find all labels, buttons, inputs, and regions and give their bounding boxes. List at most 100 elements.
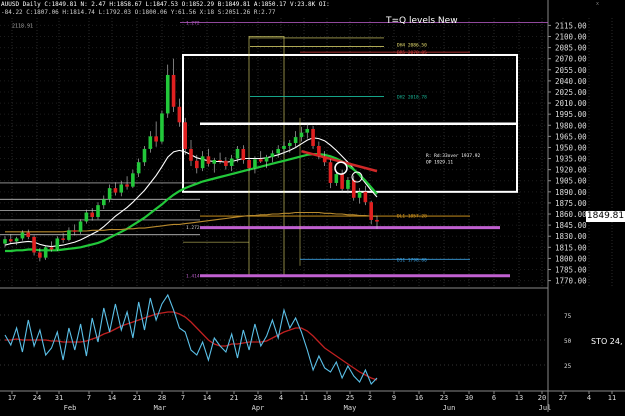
y-tick-label: 1905.00 (555, 177, 587, 186)
x-tick-label: 14 (203, 394, 211, 402)
candle-body (107, 188, 112, 200)
x-tick-label: 18 (323, 394, 331, 402)
x-tick-label: 13 (515, 394, 523, 402)
y-tick-label: 1800.00 (555, 254, 587, 263)
level-label: DH4 2086.50 (397, 42, 427, 48)
candle-body (148, 136, 153, 149)
x-tick-label: 2 (368, 394, 372, 402)
candle-body (241, 148, 246, 161)
note-label: R: Rd:33over 1937.92 (426, 153, 480, 159)
candle-body (270, 153, 275, 158)
x-tick-label: 31 (55, 394, 63, 402)
candle-body (334, 174, 339, 183)
y-tick-label: 1965.00 (555, 132, 587, 141)
candle-body (288, 143, 292, 146)
y-tick-label: 1860.00 (555, 210, 587, 219)
candle-body (224, 160, 228, 166)
x-tick-label: 30 (465, 394, 473, 402)
level-label: 1.414 (186, 274, 200, 280)
candle-body (14, 238, 19, 242)
x-month-label: Jun (443, 404, 456, 412)
candle-body (299, 132, 304, 138)
level-label: DS1 1798.80 (397, 257, 427, 263)
candle-body (78, 221, 83, 232)
x-tick-label: 20 (538, 394, 546, 402)
x-tick-label: 16 (415, 394, 423, 402)
y-tick-label: 1890.00 (555, 188, 587, 197)
candle-body (113, 188, 118, 193)
candle-body (171, 74, 176, 107)
x-month-label: May (344, 404, 357, 412)
y-tick-label: 2100.00 (555, 32, 587, 41)
close-icon[interactable]: x (596, 1, 599, 7)
x-tick-label: 27 (559, 394, 567, 402)
candle-body (119, 184, 124, 193)
candle-body (247, 160, 251, 169)
candle-body (195, 160, 199, 169)
y-tick-label: 1920.00 (555, 166, 587, 175)
candle-body (206, 156, 211, 164)
y-tick-label: 2025.00 (555, 88, 587, 97)
candle-body (43, 247, 48, 258)
candle-body (311, 128, 315, 146)
candle-body (253, 159, 257, 169)
candle-body (26, 232, 31, 237)
candle-body (9, 239, 13, 242)
y-tick-label: 1785.00 (555, 266, 587, 275)
x-tick-label: 21 (133, 394, 141, 402)
x-tick-label: 28 (254, 394, 262, 402)
candle-body (351, 180, 356, 198)
level-label: 1.272 (186, 21, 200, 27)
candle-body (305, 128, 310, 133)
candle-body (264, 157, 269, 162)
x-tick-label: 25 (346, 394, 354, 402)
y-tick-label: 1770.00 (555, 277, 587, 286)
last-price-badge: 1849.81 (586, 211, 625, 222)
candle-body (38, 252, 42, 258)
x-tick-label: 4 (279, 394, 283, 402)
x-tick-label: 7 (181, 394, 185, 402)
y-tick-label: 1830.00 (555, 232, 587, 241)
candle-body (282, 145, 286, 149)
price-chart[interactable]: DH4 2086.50 BR5 2078.85 DH2 2018.78 DL1 185… (0, 0, 625, 412)
x-tick-label: 9 (392, 394, 396, 402)
candle-body (49, 247, 54, 250)
candle-body (32, 236, 36, 253)
candle-body (90, 212, 94, 217)
level-label: DH2 2018.78 (397, 95, 427, 101)
x-month-label: Apr (252, 404, 265, 412)
candle-body (136, 162, 141, 174)
candle-body (102, 199, 106, 206)
candle-body (61, 238, 65, 240)
y-tick-label: 1995.00 (555, 110, 587, 119)
candle-body (369, 202, 373, 220)
stoch-tick-label: 25 (564, 363, 572, 370)
x-tick-label: 6 (492, 394, 496, 402)
candle-body (3, 239, 7, 244)
top-value-label: 2118.91 (12, 24, 33, 30)
y-tick-label: 1950.00 (555, 143, 587, 152)
y-tick-label: 1935.00 (555, 155, 587, 164)
candle-body (67, 230, 71, 240)
level-label: 1.272 (186, 225, 200, 231)
x-month-label: Jul (539, 404, 552, 412)
chart-title: T=Q levels New (386, 16, 458, 26)
candle-body (317, 145, 321, 157)
candle-body (142, 148, 147, 163)
x-month-label: Mar (154, 404, 167, 412)
stoch-tick-label: 75 (564, 313, 572, 320)
candle-body (131, 173, 135, 187)
y-tick-label: 2055.00 (555, 66, 587, 75)
candle-body (72, 230, 77, 232)
stoch-tick-label: 50 (564, 338, 572, 345)
y-tick-label: 1980.00 (555, 121, 587, 130)
candle-body (322, 156, 327, 163)
x-tick-label: 21 (230, 394, 238, 402)
candle-body (55, 238, 60, 250)
candle-body (96, 205, 100, 217)
level-label: DL1 1857.28 (397, 214, 427, 220)
y-tick-label: 1815.00 (555, 243, 587, 252)
x-tick-label: 17 (8, 394, 16, 402)
header-quote-line: AUUSD Daily C:1849.81 N: 2.47 H:1858.67 … (1, 1, 330, 8)
candle-body (293, 137, 298, 144)
